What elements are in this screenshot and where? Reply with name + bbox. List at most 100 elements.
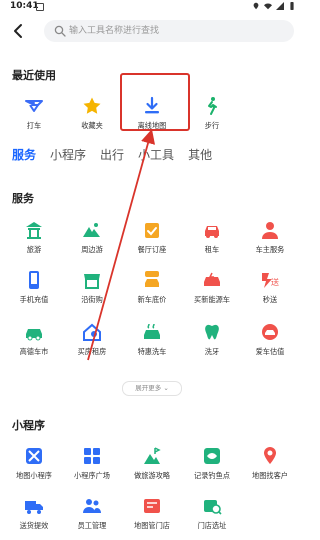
mini-item-label: 地图找客户 <box>252 471 288 480</box>
service-item-new-car-price[interactable]: 新车底价 <box>122 270 182 305</box>
service-item-label: 手机充值 <box>19 295 49 304</box>
mini-item-travel-guide[interactable]: 做旅游攻略 <box>122 446 182 481</box>
service-item-car-valuation[interactable]: 爱车估值 <box>240 322 300 357</box>
tab-tools[interactable]: 小工具 <box>138 147 174 163</box>
car-icon <box>205 226 219 238</box>
tooth-icon <box>205 324 219 340</box>
mini-item-find-customer[interactable]: 地图找客户 <box>240 446 300 481</box>
recent-item-label: 步行 <box>204 121 220 130</box>
mini-item-label: 地图小程序 <box>16 471 52 480</box>
mini-item-label: 做旅游攻略 <box>134 471 170 480</box>
service-item-buy-ev[interactable]: 买新能源车 <box>182 270 242 305</box>
shop-icon <box>84 274 100 289</box>
tab-services[interactable]: 服务 <box>12 147 36 163</box>
mini-item-label: 门店选址 <box>197 521 227 530</box>
recent-section-title: 最近使用 <box>12 69 56 82</box>
express-icon: 送 <box>262 273 279 288</box>
tab-other[interactable]: 其他 <box>188 147 212 163</box>
search-input[interactable]: 输入工具名称进行查找 <box>44 20 294 42</box>
mini-item-delivery-efficiency[interactable]: 送货提效 <box>4 496 64 531</box>
recent-item-favorites[interactable]: 收藏夹 <box>62 96 122 131</box>
signal-icon <box>276 2 284 10</box>
service-item-label: 车主服务 <box>255 245 285 254</box>
service-item-label: 租车 <box>204 245 220 254</box>
service-item-house[interactable]: 买房租房 <box>62 322 122 357</box>
staff-icon <box>83 499 101 513</box>
temple-icon <box>26 222 42 239</box>
mini-item-label: 小程序广场 <box>74 471 110 480</box>
service-item-label: 特惠洗车 <box>137 347 167 356</box>
service-item-car-owner[interactable]: 车主服务 <box>240 220 300 255</box>
location-icon <box>253 2 259 10</box>
service-item-label: 新车底价 <box>137 295 167 304</box>
service-item-nearby-tour[interactable]: 周边游 <box>62 220 122 255</box>
expand-more-button[interactable]: 展开更多 ⌄ <box>122 381 182 396</box>
mountain-icon <box>83 223 100 237</box>
find-customer-icon <box>264 447 276 464</box>
mini-programs-section-title: 小程序 <box>12 419 45 432</box>
service-item-travel[interactable]: 旅游 <box>4 220 64 255</box>
service-item-label: 高德车市 <box>19 347 49 356</box>
recent-item-label: 收藏夹 <box>81 121 103 130</box>
star-icon <box>83 97 101 114</box>
service-item-label: 买新能源车 <box>194 295 230 304</box>
search-icon <box>54 25 66 37</box>
service-item-label: 周边游 <box>81 245 103 254</box>
mini-item-map-program[interactable]: 地图小程序 <box>4 446 64 481</box>
expand-more-label: 展开更多 <box>135 384 162 392</box>
service-item-label: 餐厅订座 <box>137 245 167 254</box>
svg-text:送: 送 <box>271 277 279 287</box>
wifi-icon <box>264 3 272 10</box>
phone-icon <box>29 271 39 289</box>
service-item-car-rental[interactable]: 租车 <box>182 220 242 255</box>
mini-item-store-location[interactable]: 门店选址 <box>182 496 242 531</box>
category-tabs: 服务 小程序 出行 小工具 其他 <box>12 147 212 163</box>
mini-item-label: 记录钓鱼点 <box>194 471 230 480</box>
store-map-icon <box>144 499 160 513</box>
store-location-icon <box>204 500 222 515</box>
tab-mini-programs[interactable]: 小程序 <box>50 147 86 163</box>
ev-car-icon <box>204 272 220 286</box>
recent-item-walk[interactable]: 步行 <box>182 96 242 131</box>
mini-item-staff-management[interactable]: 员工管理 <box>62 496 122 531</box>
new-car-icon <box>145 271 159 287</box>
service-item-car-wash[interactable]: 特惠洗车 <box>122 322 182 357</box>
walk-icon <box>208 97 217 115</box>
back-arrow-icon[interactable] <box>10 22 28 40</box>
service-item-street-shop[interactable]: 沿街购 <box>62 270 122 305</box>
service-item-car-market[interactable]: 高德车市 <box>4 322 64 357</box>
mini-item-store-management[interactable]: 地图管门店 <box>122 496 182 531</box>
recent-item-taxi[interactable]: 打车 <box>4 96 64 131</box>
grid-icon <box>84 448 100 464</box>
taxi-icon <box>25 100 43 112</box>
map-program-icon <box>26 448 42 464</box>
service-item-express-delivery[interactable]: 送 秒送 <box>240 270 300 305</box>
service-item-label: 爱车估值 <box>255 347 285 356</box>
service-item-phone-recharge[interactable]: 手机充值 <box>4 270 64 305</box>
car-value-icon <box>262 324 278 340</box>
services-section-title: 服务 <box>12 192 34 205</box>
service-item-label: 旅游 <box>26 245 42 254</box>
car-wash-icon <box>144 323 160 339</box>
fishing-icon <box>204 448 220 464</box>
calendar-check-icon <box>145 223 159 238</box>
service-item-label: 买房租房 <box>77 347 107 356</box>
search-placeholder: 输入工具名称进行查找 <box>69 26 160 36</box>
mini-item-label: 地图管门店 <box>134 521 170 530</box>
service-item-label: 沿街购 <box>81 295 103 304</box>
mini-item-label: 送货提效 <box>19 521 49 530</box>
service-item-label: 洗牙 <box>204 347 220 356</box>
service-item-teeth-cleaning[interactable]: 洗牙 <box>182 322 242 357</box>
car-market-icon <box>26 329 42 341</box>
mini-item-fishing-spot[interactable]: 记录钓鱼点 <box>182 446 242 481</box>
delivery-truck-icon <box>25 501 43 514</box>
driver-icon <box>262 222 278 239</box>
mini-item-program-square[interactable]: 小程序广场 <box>62 446 122 481</box>
battery-icon <box>290 2 294 10</box>
tab-travel[interactable]: 出行 <box>100 147 124 163</box>
mini-item-label: 员工管理 <box>77 521 107 530</box>
service-item-label: 秒送 <box>262 295 278 304</box>
service-item-restaurant-booking[interactable]: 餐厅订座 <box>122 220 182 255</box>
travel-guide-icon <box>144 447 161 464</box>
house-icon <box>83 323 101 341</box>
